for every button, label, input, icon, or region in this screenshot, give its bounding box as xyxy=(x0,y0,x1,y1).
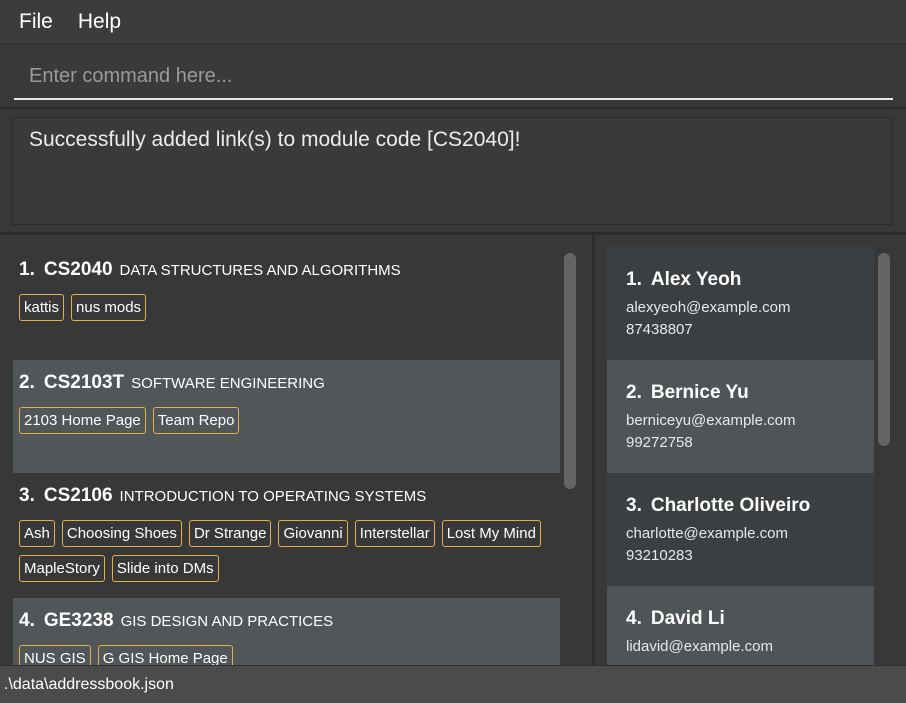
module-name: SOFTWARE ENGINEERING xyxy=(131,375,325,392)
module-name: INTRODUCTION TO OPERATING SYSTEMS xyxy=(119,488,427,505)
module-scrollbar-thumb[interactable] xyxy=(564,253,576,489)
module-index: 2. xyxy=(19,372,35,393)
link-tag[interactable]: MapleStory xyxy=(19,555,105,582)
module-code: CS2106 xyxy=(43,485,113,506)
link-tag[interactable]: nus mods xyxy=(71,294,147,321)
link-tag[interactable]: G GIS Home Page xyxy=(97,645,233,665)
person-index: 4. xyxy=(626,608,642,629)
link-tag[interactable]: kattis xyxy=(19,294,65,321)
person-card[interactable]: 3. Charlotte Oliveiro charlotte@example.c… xyxy=(607,473,874,586)
link-tag[interactable]: Lost My Mind xyxy=(441,520,541,547)
module-list-panel: 1. CS2040 DATA STRUCTURES AND ALGORITHMS… xyxy=(0,235,592,665)
person-phone: 99272758 xyxy=(626,434,693,451)
person-index: 3. xyxy=(626,495,642,516)
module-card[interactable]: 3. CS2106 INTRODUCTION TO OPERATING SYST… xyxy=(13,473,560,598)
result-display-area: Successfully added link(s) to module cod… xyxy=(0,109,906,235)
menu-help[interactable]: Help xyxy=(52,10,121,34)
person-phone: 93210283 xyxy=(626,547,693,564)
link-tag[interactable]: NUS GIS xyxy=(19,645,91,665)
person-name: Charlotte Oliveiro xyxy=(650,495,811,516)
person-index: 1. xyxy=(626,269,642,290)
result-message: Successfully added link(s) to module cod… xyxy=(29,128,521,151)
person-phone: 87438807 xyxy=(626,321,693,338)
menu-bar: File Help xyxy=(0,0,906,44)
module-code: GE3238 xyxy=(43,610,114,631)
person-list-panel: 1. Alex Yeoh alexyeoh@example.com 8743880… xyxy=(595,235,906,665)
module-name: DATA STRUCTURES AND ALGORITHMS xyxy=(119,262,401,279)
link-tag[interactable]: Slide into DMs xyxy=(111,555,219,582)
person-name: Bernice Yu xyxy=(650,382,749,403)
person-name: David Li xyxy=(650,608,725,629)
person-email: berniceyu@example.com xyxy=(626,412,796,429)
person-name: Alex Yeoh xyxy=(650,269,742,290)
module-list: 1. CS2040 DATA STRUCTURES AND ALGORITHMS… xyxy=(13,247,560,665)
person-email: lidavid@example.com xyxy=(626,638,773,655)
status-bar: .\data\addressbook.json xyxy=(0,665,906,703)
link-tag[interactable]: Choosing Shoes xyxy=(61,520,182,547)
person-card[interactable]: 1. Alex Yeoh alexyeoh@example.com 8743880… xyxy=(607,247,874,360)
module-card[interactable]: 4. GE3238 GIS DESIGN AND PRACTICES NUS G… xyxy=(13,598,560,665)
module-index: 3. xyxy=(19,485,35,506)
link-tag[interactable]: 2103 Home Page xyxy=(19,407,146,434)
person-list: 1. Alex Yeoh alexyeoh@example.com 8743880… xyxy=(607,247,874,665)
link-tag[interactable]: Giovanni xyxy=(278,520,348,547)
save-file-path: .\data\addressbook.json xyxy=(4,675,174,693)
menu-file[interactable]: File xyxy=(0,10,53,34)
person-index: 2. xyxy=(626,382,642,403)
command-input[interactable] xyxy=(14,54,893,100)
module-name: GIS DESIGN AND PRACTICES xyxy=(120,613,334,630)
link-tag[interactable]: Ash xyxy=(19,520,55,547)
person-email: alexyeoh@example.com xyxy=(626,299,791,316)
person-card[interactable]: 2. Bernice Yu berniceyu@example.com 99272… xyxy=(607,360,874,473)
person-card[interactable]: 4. David Li lidavid@example.com xyxy=(607,586,874,665)
module-index: 1. xyxy=(19,259,35,280)
person-email: charlotte@example.com xyxy=(626,525,788,542)
result-display: Successfully added link(s) to module cod… xyxy=(12,117,892,225)
module-code: CS2040 xyxy=(43,259,113,280)
person-scrollbar-thumb[interactable] xyxy=(878,253,890,446)
module-index: 4. xyxy=(19,610,35,631)
link-tag[interactable]: Team Repo xyxy=(152,407,240,434)
link-tag[interactable]: Interstellar xyxy=(354,520,435,547)
link-tag[interactable]: Dr Strange xyxy=(188,520,272,547)
module-code: CS2103T xyxy=(43,372,125,393)
module-card[interactable]: 1. CS2040 DATA STRUCTURES AND ALGORITHMS… xyxy=(13,247,560,360)
module-card[interactable]: 2. CS2103T SOFTWARE ENGINEERING 2103 Hom… xyxy=(13,360,560,473)
command-box-area xyxy=(0,44,906,109)
